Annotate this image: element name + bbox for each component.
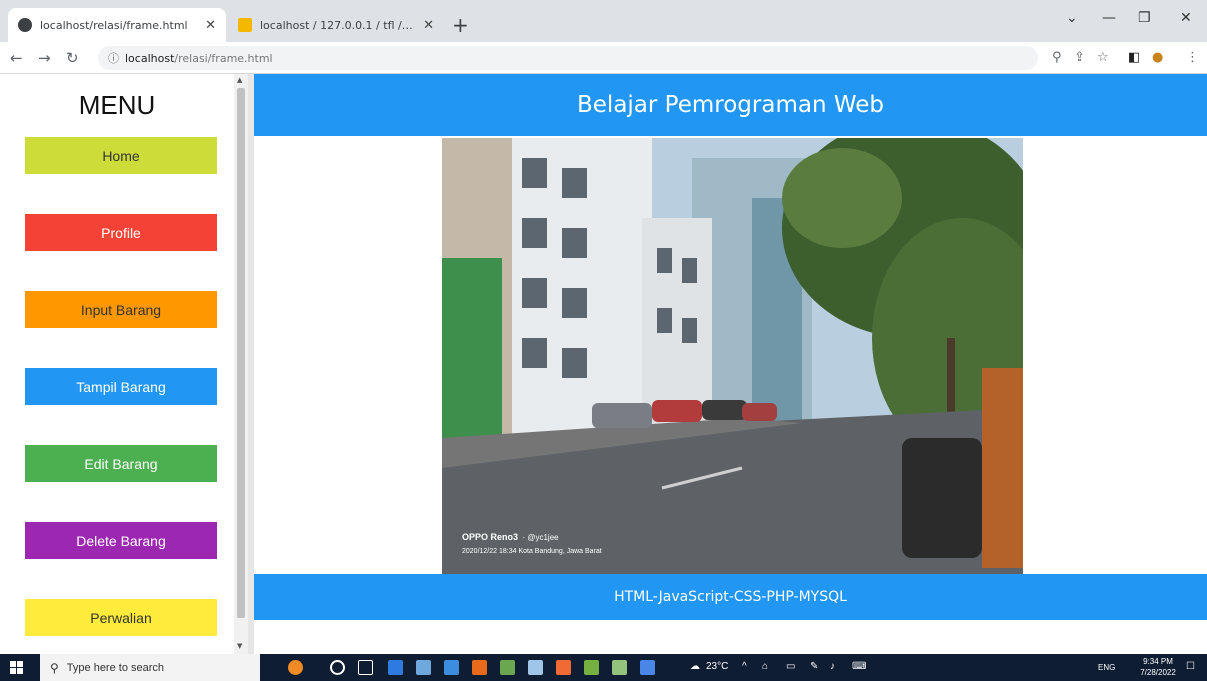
photo-watermark-brand: OPPO Reno3 (462, 532, 519, 542)
battery-icon[interactable]: ▭ (786, 661, 795, 672)
chrome-icon[interactable] (500, 660, 515, 675)
tab-title: localhost / 127.0.0.1 / tfl / barang (260, 18, 415, 32)
widget-icon[interactable] (288, 660, 303, 675)
browser-tab-strip: localhost/relasi/frame.html ✕ localhost … (0, 0, 1207, 42)
menu-button-input-barang[interactable]: Input Barang (25, 291, 217, 328)
windows-start-icon[interactable] (10, 661, 23, 674)
menu-button-perwalian[interactable]: Perwalian (25, 599, 217, 636)
reload-icon[interactable]: ↻ (66, 49, 79, 67)
xampp-icon[interactable] (556, 660, 571, 675)
tab-title: localhost/relasi/frame.html (40, 18, 188, 32)
tray-overflow-icon[interactable]: ^ (742, 661, 747, 672)
page-footer: HTML-JavaScript-CSS-PHP-MYSQL (254, 574, 1207, 620)
network-icon[interactable]: ⌂ (762, 661, 768, 672)
weather-icon[interactable]: ☁ (690, 661, 700, 672)
taskbar-search-placeholder: Type here to search (66, 661, 165, 674)
cortana-icon[interactable] (330, 660, 345, 675)
file-explorer-icon[interactable] (416, 660, 431, 675)
taskbar-search-box[interactable]: ⚲ Type here to search (40, 654, 260, 681)
content-frame: Belajar Pemrograman Web OPPO Reno3 · @yc… (254, 74, 1207, 654)
browser-toolbar: ← → ↻ ⓘ localhost/relasi/frame.html ⚲ ⇪ … (0, 42, 1207, 74)
keyboard-icon[interactable]: ⌨ (852, 661, 866, 672)
search-icon: ⚲ (50, 660, 59, 675)
info-icon[interactable]: ⓘ (108, 50, 119, 66)
photo-watermark-meta: 2020/12/22 18:34 Kota Bandung, Jawa Bara… (462, 548, 602, 555)
restore-button[interactable]: ❐ (1138, 10, 1151, 26)
menu-scrollbar[interactable]: ▲ ▼ (234, 74, 248, 654)
browser-tab-inactive[interactable]: localhost / 127.0.0.1 / tfl / barang ✕ (228, 8, 444, 42)
menu-button-home[interactable]: Home (25, 137, 217, 174)
page-viewport: MENU Home Profile Input Barang Tampil Ba… (0, 74, 1207, 654)
menu-button-delete-barang[interactable]: Delete Barang (25, 522, 217, 559)
photo-watermark-user: @yc1jee (527, 533, 559, 542)
forward-icon[interactable]: → (38, 49, 51, 67)
url-path: /relasi/frame.html (174, 51, 273, 65)
scroll-up-arrow-icon[interactable]: ▲ (237, 76, 242, 84)
street-photo: OPPO Reno3 · @yc1jee 2020/12/22 18:34 Ko… (442, 138, 1023, 574)
volume-icon[interactable]: ♪ (830, 661, 835, 672)
browser-tab-active[interactable]: localhost/relasi/frame.html ✕ (8, 8, 226, 42)
language-indicator[interactable]: ENG (1098, 663, 1115, 672)
clock-date: 7/28/2022 (1140, 668, 1176, 677)
clock-time: 9:34 PM (1143, 657, 1173, 666)
share-icon[interactable]: ⇪ (1074, 50, 1085, 65)
scroll-down-arrow-icon[interactable]: ▼ (237, 642, 242, 650)
address-bar[interactable]: ⓘ localhost/relasi/frame.html (98, 46, 1038, 70)
close-window-button[interactable]: ✕ (1180, 10, 1192, 26)
zoom-icon[interactable]: ⚲ (1052, 50, 1062, 65)
close-tab-icon[interactable]: ✕ (205, 18, 216, 33)
menu-title: MENU (78, 90, 156, 120)
vscode-icon[interactable] (388, 660, 403, 675)
phpmyadmin-icon (238, 18, 252, 32)
notification-icon[interactable]: ☐ (1186, 661, 1195, 672)
menu-frame: MENU Home Profile Input Barang Tampil Ba… (0, 74, 248, 654)
windows-taskbar: ⚲ Type here to search ☁ 23°C ^ ⌂ ▭ ✎ ♪ ⌨… (0, 654, 1207, 681)
profile-icon[interactable]: ● (1152, 50, 1163, 65)
pen-icon[interactable]: ✎ (810, 661, 818, 672)
minimize-button[interactable]: — (1102, 10, 1116, 26)
app-icon-blue[interactable] (444, 660, 459, 675)
scrollbar-thumb[interactable] (237, 88, 245, 618)
app-icon-green[interactable] (584, 660, 599, 675)
menu-button-edit-barang[interactable]: Edit Barang (25, 445, 217, 482)
notepad-icon[interactable] (612, 660, 627, 675)
new-tab-button[interactable]: + (452, 13, 469, 37)
url-host: localhost (125, 51, 175, 65)
menu-button-profile[interactable]: Profile (25, 214, 217, 251)
more-menu-icon[interactable]: ⋮ (1186, 50, 1199, 65)
globe-icon (18, 18, 32, 32)
page-header: Belajar Pemrograman Web (254, 74, 1207, 136)
task-view-icon[interactable] (358, 660, 373, 675)
app-icon-orange[interactable] (472, 660, 487, 675)
close-tab-icon[interactable]: ✕ (423, 18, 434, 33)
back-icon[interactable]: ← (10, 49, 23, 67)
save-app-icon[interactable] (640, 660, 655, 675)
weather-temp[interactable]: 23°C (706, 661, 728, 672)
app-icon-light[interactable] (528, 660, 543, 675)
bookmark-star-icon[interactable]: ☆ (1097, 50, 1109, 65)
menu-button-tampil-barang[interactable]: Tampil Barang (25, 368, 217, 405)
taskbar-clock[interactable]: 9:34 PM 7/28/2022 (1138, 656, 1178, 678)
tab-search-icon[interactable]: ⌄ (1066, 10, 1078, 26)
extension-icon[interactable]: ◧ (1128, 50, 1140, 65)
